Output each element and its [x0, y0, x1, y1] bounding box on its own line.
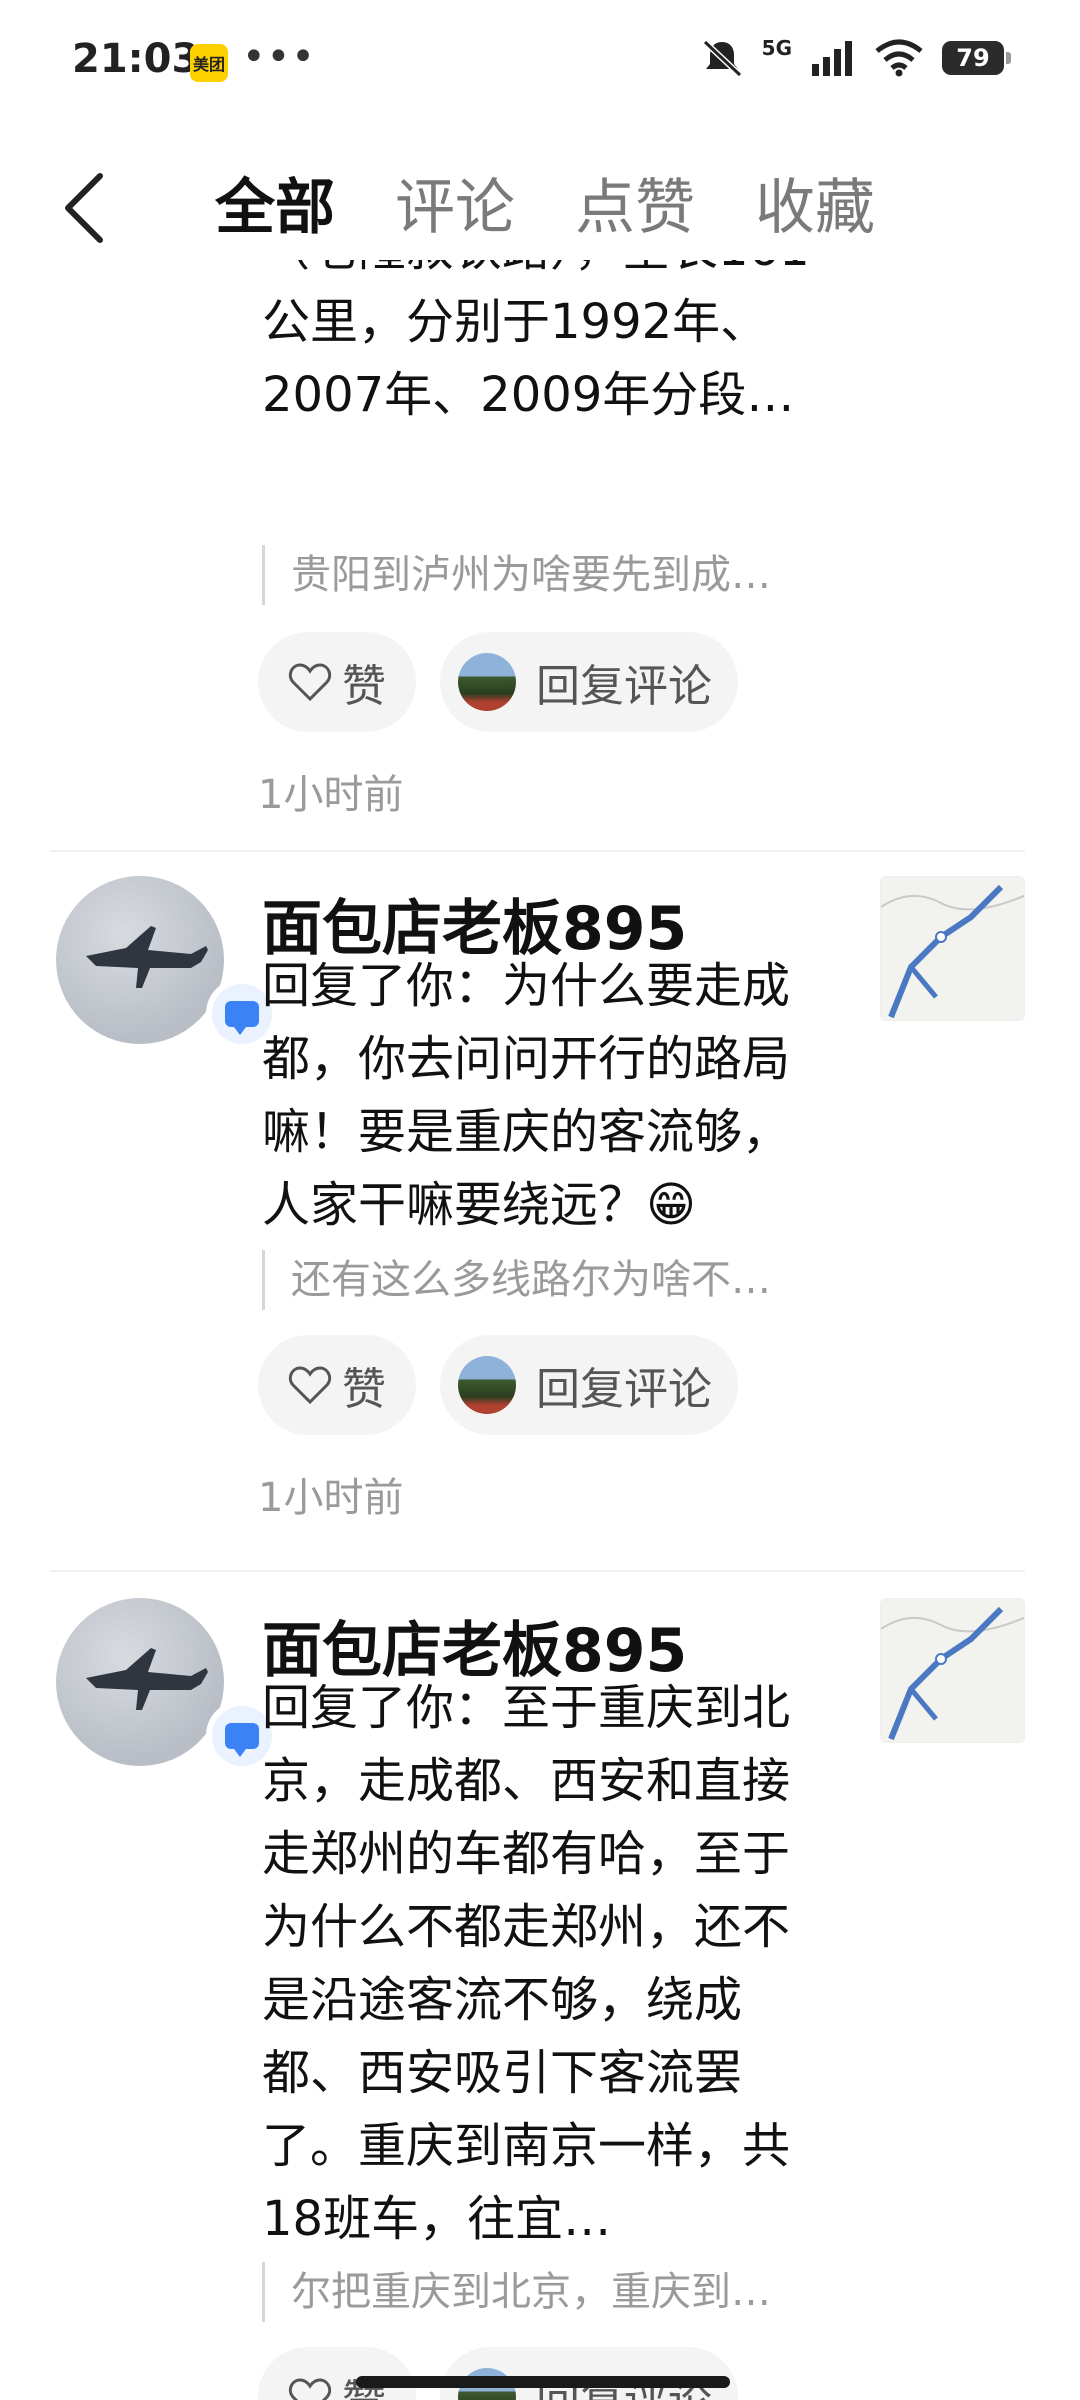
message-list: （老隆叙铁路），全长161公里，分别于1992年、2007年、2009年分段… …: [0, 260, 1080, 2400]
quoted-comment[interactable]: 尔把重庆到北京，重庆到…: [262, 2262, 822, 2322]
tab-bar: 全部 评论 点赞 收藏: [215, 168, 875, 248]
quoted-comment[interactable]: 还有这么多线路尔为啥不…: [262, 1250, 822, 1310]
tab-all[interactable]: 全部: [215, 168, 335, 248]
like-label: 赞: [342, 1364, 386, 1415]
status-icons: 5G 79: [700, 36, 1011, 78]
avatar[interactable]: [56, 876, 278, 1050]
heart-icon: [288, 1366, 332, 1405]
route-map-icon: [881, 877, 1024, 1020]
reply-label: 回复评论: [536, 1364, 712, 1415]
fighter-jet-icon: [86, 1648, 208, 1710]
reply-text[interactable]: 回复了你：为什么要走成都，你去问问开行的路局嘛！要是重庆的客流够，人家干嘛要绕远…: [262, 950, 832, 1242]
reply-text[interactable]: 回复了你：至于重庆到北京，走成都、西安和直接走郑州的车都有哈，至于为什么不都走郑…: [262, 1672, 832, 2256]
heart-icon: [288, 2378, 332, 2400]
back-arrow-icon[interactable]: [56, 168, 116, 248]
reply-comment-button[interactable]: 回复评论: [440, 632, 738, 732]
timestamp: 1小时前: [258, 772, 404, 818]
list-item[interactable]: 面包店老板895 回复了你：为什么要走成都，你去问问开行的路局嘛！要是重庆的客流…: [0, 850, 1080, 1572]
network-type: 5G: [761, 36, 792, 60]
home-indicator[interactable]: [356, 2376, 730, 2388]
list-item[interactable]: （老隆叙铁路），全长161公里，分别于1992年、2007年、2009年分段… …: [0, 260, 1080, 852]
map-thumbnail[interactable]: [880, 876, 1025, 1021]
like-button[interactable]: 赞: [258, 2347, 416, 2400]
fighter-jet-icon: [86, 926, 208, 988]
wifi-icon: [875, 39, 923, 77]
signal-icon: [812, 41, 852, 76]
quoted-comment[interactable]: 贵阳到泸州为啥要先到成…: [262, 545, 822, 605]
list-item[interactable]: 面包店老板895 回复了你：至于重庆到北京，走成都、西安和直接走郑州的车都有哈，…: [0, 1572, 1080, 2400]
more-notifications-icon: •••: [242, 34, 316, 80]
like-label: 赞: [342, 661, 386, 712]
reply-label: 回复评论: [536, 661, 712, 712]
tab-favorites[interactable]: 收藏: [755, 168, 875, 248]
avatar: [458, 1356, 516, 1414]
reply-comment-button[interactable]: 回复评论: [440, 1335, 738, 1435]
mute-icon: [702, 39, 742, 78]
avatar: [458, 653, 516, 711]
meituan-notification-icon: 美团: [190, 44, 228, 82]
tab-likes[interactable]: 点赞: [575, 168, 695, 248]
avatar[interactable]: [56, 1598, 278, 1772]
header: 全部 评论 点赞 收藏: [0, 150, 1080, 260]
route-map-icon: [881, 1599, 1024, 1742]
reply-text: （老隆叙铁路），全长161公里，分别于1992年、2007年、2009年分段…: [262, 260, 810, 423]
timestamp: 1小时前: [258, 1475, 404, 1521]
status-bar: 21:03 美团 ••• 5G 79: [0, 0, 1080, 120]
heart-icon: [288, 663, 332, 702]
like-button[interactable]: 赞: [258, 1335, 416, 1435]
status-time: 21:03: [72, 36, 200, 82]
like-button[interactable]: 赞: [258, 632, 416, 732]
reply-comment-button[interactable]: 回复评论: [440, 2347, 738, 2400]
battery-indicator: 79: [942, 41, 1011, 75]
map-thumbnail[interactable]: [880, 1598, 1025, 1743]
tab-comments[interactable]: 评论: [395, 168, 515, 248]
